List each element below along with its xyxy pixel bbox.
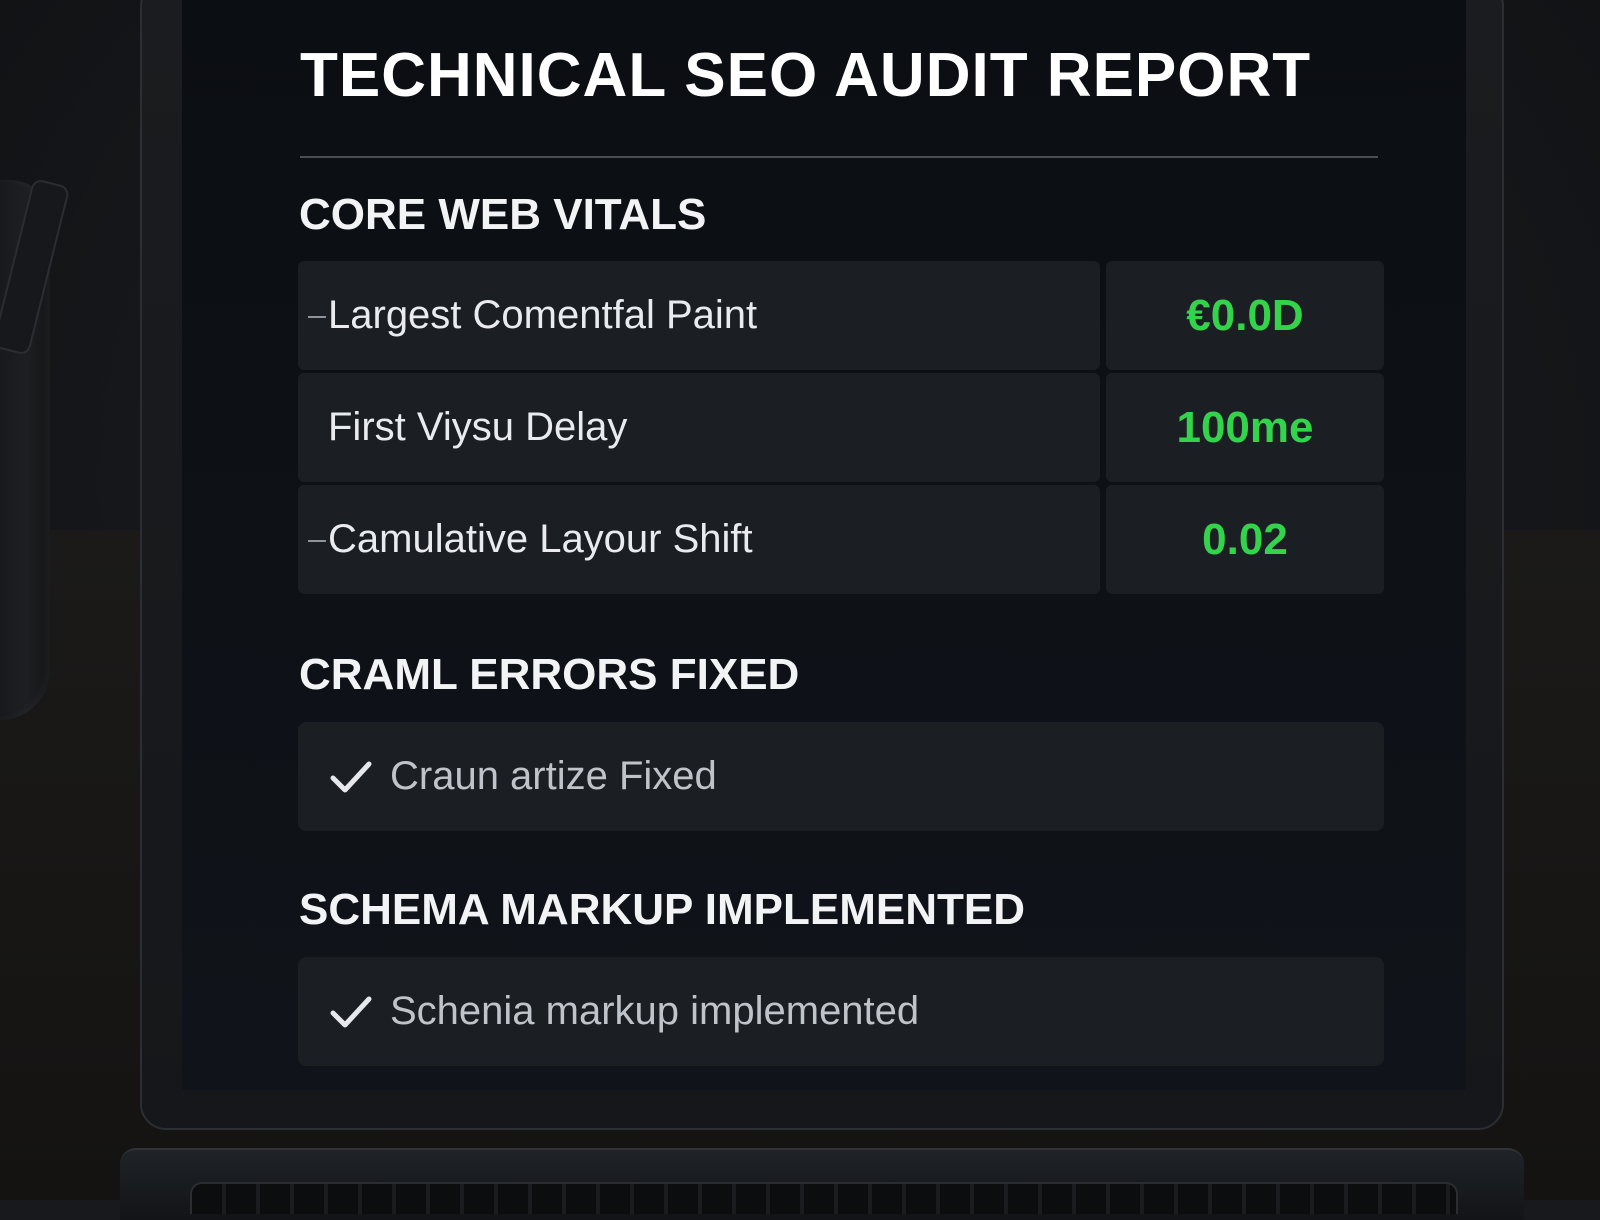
vital-row-cls: Camulative Layour Shift 0.02 <box>298 485 1384 594</box>
laptop-keyboard <box>190 1182 1458 1214</box>
schema-markup-heading: SCHEMA MARKUP IMPLEMENTED <box>299 885 1026 934</box>
vital-row-lcp: Largest Comentfal Paint €0.0D <box>298 261 1384 370</box>
value-cell: €0.0D <box>1106 261 1384 370</box>
metric-name: Camulative Layour Shift <box>328 517 753 561</box>
metric-cell: Camulative Layour Shift <box>298 485 1100 594</box>
title-divider <box>300 156 1378 158</box>
dash-marker <box>308 540 326 542</box>
crawl-errors-text: Craun artize Fixed <box>390 754 717 798</box>
metric-name: Largest Comentfal Paint <box>328 293 758 337</box>
crawl-errors-heading: CRAML ERRORS FIXED <box>299 650 800 699</box>
value-cell: 100me <box>1106 373 1384 482</box>
metric-cell: Largest Comentfal Paint <box>298 261 1100 370</box>
schema-markup-item: Schenia markup implemented <box>298 957 1384 1066</box>
core-web-vitals-heading: CORE WEB VITALS <box>299 190 707 239</box>
metric-name: First Viysu Delay <box>328 405 628 449</box>
metric-value: 100me <box>1176 402 1314 452</box>
report-title: TECHNICAL SEO AUDIT REPORT <box>300 41 1312 110</box>
metric-value: €0.0D <box>1186 290 1304 340</box>
check-icon <box>330 761 372 792</box>
metric-value: 0.02 <box>1202 514 1288 564</box>
schema-markup-text: Schenia markup implemented <box>390 989 920 1033</box>
vital-row-fid: First Viysu Delay 100me <box>298 373 1384 482</box>
check-icon <box>330 996 372 1027</box>
dash-marker <box>308 316 326 318</box>
value-cell: 0.02 <box>1106 485 1384 594</box>
core-web-vitals-table: Largest Comentfal Paint €0.0D First Viys… <box>298 261 1384 597</box>
metric-cell: First Viysu Delay <box>298 373 1100 482</box>
crawl-errors-item: Craun artize Fixed <box>298 722 1384 831</box>
